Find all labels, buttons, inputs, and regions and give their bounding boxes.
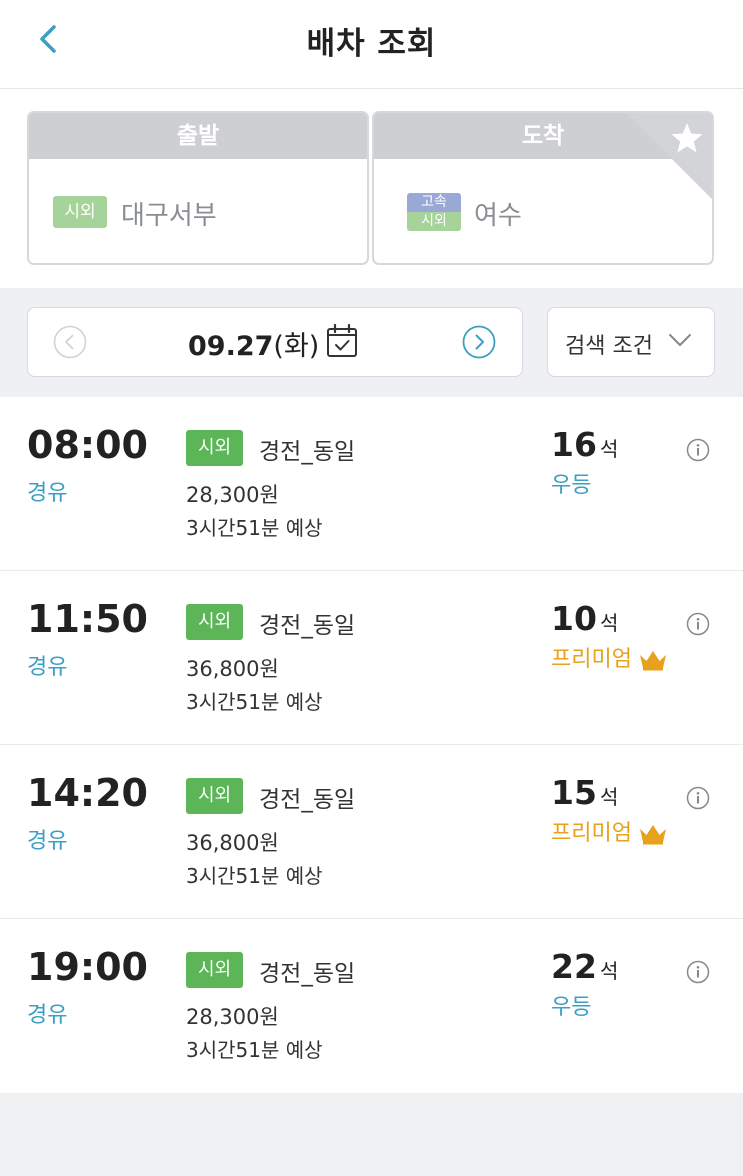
remaining-seats: 10 석 xyxy=(551,599,618,638)
app-header: 배차 조회 xyxy=(0,0,743,89)
seat-unit: 석 xyxy=(599,959,619,983)
info-icon[interactable] xyxy=(686,960,710,984)
crown-icon xyxy=(639,825,666,845)
seat-count: 15 xyxy=(551,773,597,812)
arrival-box[interactable]: 도착 고속 시외 여수 xyxy=(372,111,714,265)
crown-icon xyxy=(639,651,666,671)
schedule-row[interactable]: 19:00 경유 시외 경전_동일 28,300원 3시간51분 예상 22 석 … xyxy=(0,919,743,1093)
bus-company: 경전_동일 xyxy=(259,613,356,639)
seat-unit: 석 xyxy=(599,611,619,635)
bus-type-badge: 시외 xyxy=(186,430,243,466)
departure-type-badge: 시외 xyxy=(53,196,107,228)
weekday-value: (화) xyxy=(273,331,320,362)
info-icon[interactable] xyxy=(686,612,710,636)
fare: 36,800원 xyxy=(186,831,279,855)
bus-company: 경전_동일 xyxy=(259,961,356,987)
departure-terminal: 대구서부 xyxy=(121,201,217,231)
fare: 36,800원 xyxy=(186,657,279,681)
bus-company: 경전_동일 xyxy=(259,439,356,465)
duration: 3시간51분 예상 xyxy=(186,864,323,888)
bus-type-badge: 시외 xyxy=(186,604,243,640)
bus-company: 경전_동일 xyxy=(259,787,356,813)
date-selector: 09.27(화) xyxy=(27,307,523,377)
departure-time: 19:00 xyxy=(27,945,148,989)
duration: 3시간51분 예상 xyxy=(186,1038,323,1062)
remaining-seats: 22 석 xyxy=(551,947,618,986)
search-filter-button[interactable]: 검색 조건 xyxy=(547,307,715,377)
grade-label: 우등 xyxy=(551,473,592,498)
schedule-list: 08:00 경유 시외 경전_동일 28,300원 3시간51분 예상 16 석 … xyxy=(0,397,743,1093)
info-icon[interactable] xyxy=(686,438,710,462)
route-section: 출발 시외 대구서부 도착 고속 시외 여수 xyxy=(0,89,743,288)
prev-date-icon[interactable] xyxy=(53,325,87,359)
schedule-row[interactable]: 14:20 경유 시외 경전_동일 36,800원 3시간51분 예상 15 석 … xyxy=(0,745,743,919)
chevron-down-icon xyxy=(669,334,691,346)
departure-time: 11:50 xyxy=(27,597,148,641)
remaining-seats: 15 석 xyxy=(551,773,618,812)
route-via: 경유 xyxy=(27,829,68,854)
grade-label: 우등 xyxy=(551,995,592,1020)
date-section: 09.27(화) 검색 조건 xyxy=(0,288,743,396)
route-via: 경유 xyxy=(27,481,68,506)
page-title: 배차 조회 xyxy=(306,26,437,62)
bus-grade: 프리미엄 xyxy=(551,815,668,847)
duration: 3시간51분 예상 xyxy=(186,690,323,714)
selected-date[interactable]: 09.27(화) xyxy=(188,324,319,363)
departure-box[interactable]: 출발 시외 대구서부 xyxy=(27,111,369,265)
route-via: 경유 xyxy=(27,1003,68,1028)
info-icon[interactable] xyxy=(686,786,710,810)
bus-grade: 우등 xyxy=(551,989,591,1021)
filter-label: 검색 조건 xyxy=(565,334,653,359)
badge-intercity-label: 시외 xyxy=(407,212,461,231)
fare: 28,300원 xyxy=(186,483,279,507)
bus-grade: 프리미엄 xyxy=(551,641,668,673)
departure-header: 출발 xyxy=(29,113,367,159)
favorite-star-icon[interactable] xyxy=(624,111,714,201)
duration: 3시간51분 예상 xyxy=(186,516,323,540)
departure-time: 08:00 xyxy=(27,423,148,467)
arrival-type-badge: 고속 시외 xyxy=(407,193,461,231)
remaining-seats: 16 석 xyxy=(551,425,618,464)
seat-count: 16 xyxy=(551,425,597,464)
calendar-icon[interactable] xyxy=(325,323,359,359)
schedule-row[interactable]: 08:00 경유 시외 경전_동일 28,300원 3시간51분 예상 16 석 … xyxy=(0,397,743,571)
bus-type-badge: 시외 xyxy=(186,778,243,814)
bus-type-badge: 시외 xyxy=(186,952,243,988)
seat-count: 22 xyxy=(551,947,597,986)
fare: 28,300원 xyxy=(186,1005,279,1029)
bus-grade: 우등 xyxy=(551,467,591,499)
seat-unit: 석 xyxy=(599,437,619,461)
badge-express-label: 고속 xyxy=(407,193,461,212)
schedule-row[interactable]: 11:50 경유 시외 경전_동일 36,800원 3시간51분 예상 10 석 … xyxy=(0,571,743,745)
grade-label: 프리미엄 xyxy=(551,821,632,846)
seat-unit: 석 xyxy=(599,785,619,809)
arrival-terminal: 여수 xyxy=(474,201,522,231)
next-date-icon[interactable] xyxy=(462,325,496,359)
date-value: 09.27 xyxy=(188,331,274,362)
seat-count: 10 xyxy=(551,599,597,638)
route-via: 경유 xyxy=(27,655,68,680)
departure-time: 14:20 xyxy=(27,771,148,815)
grade-label: 프리미엄 xyxy=(551,647,632,672)
